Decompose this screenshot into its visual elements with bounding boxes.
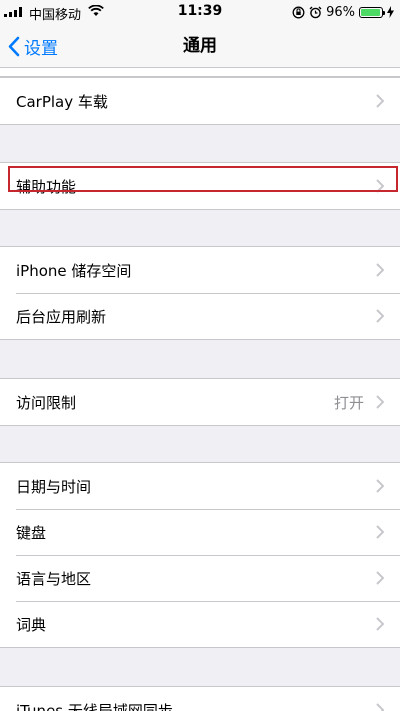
- charging-bolt-icon: [387, 6, 394, 18]
- row-label: CarPlay 车载: [16, 92, 108, 111]
- row-restrictions[interactable]: 访问限制 打开: [0, 379, 400, 425]
- chevron-right-icon: [376, 179, 384, 193]
- row-value: 打开: [333, 393, 364, 412]
- settings-group-top: [0, 68, 400, 77]
- row-label: 后台应用刷新: [16, 307, 107, 326]
- back-button-label: 设置: [24, 38, 58, 59]
- row-background-refresh[interactable]: 后台应用刷新: [0, 293, 400, 339]
- chevron-right-icon: [376, 395, 384, 409]
- settings-group-carplay: CarPlay 车载: [0, 77, 400, 125]
- chevron-right-icon: [376, 94, 384, 108]
- page-title: 通用: [183, 36, 217, 56]
- row-label: iTunes 无线局域网同步: [16, 701, 173, 711]
- row-label: 语言与地区: [16, 569, 92, 588]
- row-language-region[interactable]: 语言与地区: [0, 555, 400, 601]
- battery-fill: [361, 8, 381, 16]
- orientation-lock-icon: [292, 6, 305, 18]
- row-label: 日期与时间: [16, 477, 92, 496]
- battery-icon: [359, 6, 385, 18]
- back-button[interactable]: 设置: [8, 24, 58, 68]
- chevron-left-icon: [8, 36, 20, 56]
- row-keyboard[interactable]: 键盘: [0, 509, 400, 555]
- row-label: 词典: [16, 615, 47, 634]
- row-label: iPhone 储存空间: [16, 261, 132, 280]
- chevron-right-icon: [376, 309, 384, 323]
- chevron-right-icon: [376, 263, 384, 277]
- settings-group-itunes: iTunes 无线局域网同步: [0, 686, 400, 711]
- chevron-right-icon: [376, 479, 384, 493]
- row-iphone-storage[interactable]: iPhone 储存空间: [0, 247, 400, 293]
- settings-group-accessibility: 辅助功能: [0, 162, 400, 210]
- chevron-right-icon: [376, 703, 384, 711]
- row-label: 键盘: [16, 523, 47, 542]
- chevron-right-icon: [376, 525, 384, 539]
- status-bar: 中国移动 11:39 96%: [0, 0, 400, 24]
- row-accessibility[interactable]: 辅助功能: [0, 163, 400, 209]
- row-label: 辅助功能: [16, 177, 77, 196]
- settings-group-restrictions: 访问限制 打开: [0, 378, 400, 426]
- status-right-icons: 96%: [292, 3, 394, 21]
- settings-group-general: 日期与时间 键盘 语言与地区 词典: [0, 462, 400, 648]
- row-dictionary[interactable]: 词典: [0, 601, 400, 647]
- row-label: 访问限制: [16, 393, 77, 412]
- chevron-right-icon: [376, 571, 384, 585]
- battery-percentage: 96%: [326, 4, 355, 20]
- row-carplay[interactable]: CarPlay 车载: [0, 78, 400, 124]
- row-date-time[interactable]: 日期与时间: [0, 463, 400, 509]
- row-itunes-wifi-sync[interactable]: iTunes 无线局域网同步: [0, 687, 400, 711]
- alarm-clock-icon: [309, 6, 322, 18]
- navigation-bar: 设置 通用: [0, 24, 400, 68]
- chevron-right-icon: [376, 617, 384, 631]
- settings-group-storage: iPhone 储存空间 后台应用刷新: [0, 246, 400, 340]
